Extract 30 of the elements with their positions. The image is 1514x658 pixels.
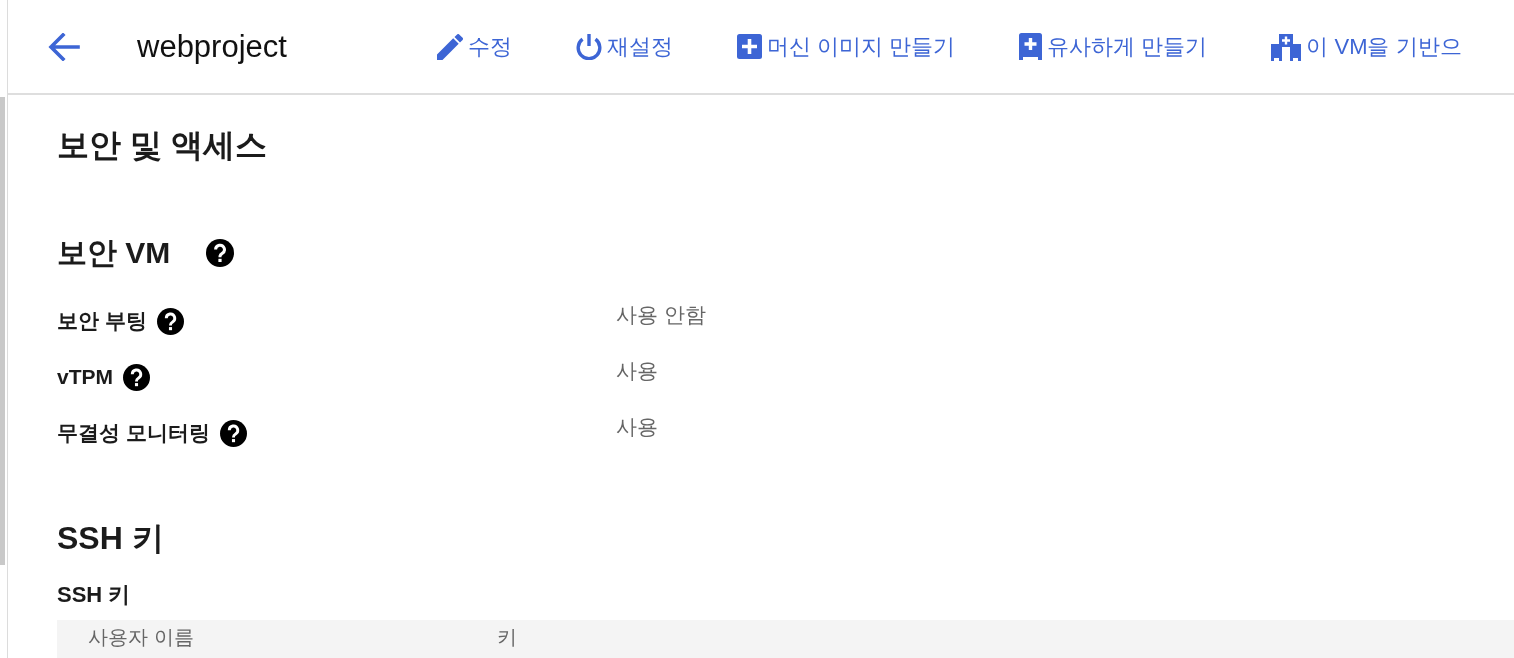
property-label: vTPM — [57, 364, 113, 390]
page-title: webproject — [137, 28, 287, 64]
plus-box-icon — [1019, 33, 1043, 60]
toolbar-button[interactable]: 이 VM을 기반으 — [1271, 31, 1462, 62]
property-value: 사용 안함 — [616, 302, 706, 328]
subsection-heading: 보안 VM — [57, 235, 171, 271]
toolbar-button[interactable]: 수정 — [437, 31, 512, 62]
property-value: 사용 — [616, 414, 658, 440]
section-heading: SSH 키 — [57, 519, 165, 558]
help-icon[interactable] — [123, 363, 150, 391]
column-header: 키 — [497, 625, 517, 649]
help-icon[interactable] — [206, 239, 235, 267]
scrollbar-thumb[interactable] — [0, 97, 5, 565]
column-header: 사용자 이름 — [87, 625, 195, 649]
building-group-icon — [1271, 32, 1302, 61]
back-arrow-icon — [48, 32, 80, 61]
toolbar-button[interactable]: 유사하게 만들기 — [1019, 31, 1208, 62]
help-icon[interactable] — [219, 419, 247, 447]
toolbar-button[interactable]: 재설정 — [576, 31, 673, 62]
power-icon — [576, 33, 602, 60]
plus-square-icon — [737, 34, 762, 59]
toolbar-button[interactable]: 머신 이미지 만들기 — [737, 31, 956, 62]
property-value: 사용 — [616, 358, 658, 384]
table-caption: SSH 키 — [57, 581, 132, 609]
help-icon[interactable] — [156, 307, 184, 335]
back-button[interactable] — [48, 32, 80, 61]
section-heading: 보안 및 액세스 — [57, 126, 268, 165]
property-label: 무결성 모니터링 — [57, 420, 210, 446]
property-label: 보안 부팅 — [57, 308, 147, 334]
pencil-icon — [437, 33, 463, 60]
